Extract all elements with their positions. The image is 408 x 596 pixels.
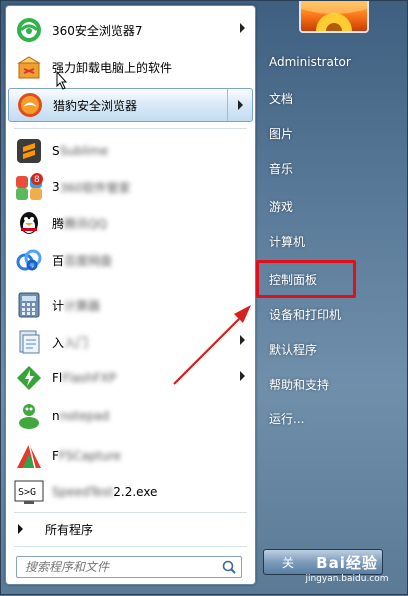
baidu-jingyan-watermark: Bai经验 jingyan.baidu.com <box>291 550 403 590</box>
submenu-arrow-icon[interactable] <box>240 371 245 381</box>
divider <box>14 128 247 129</box>
baidu-cloud-icon <box>14 245 44 275</box>
program-label: 百 <box>52 253 65 268</box>
program-label-blurred: 腾讯QQ <box>64 216 107 231</box>
program-label: 3 <box>52 180 60 194</box>
program-label-blurred: 百度网盘 <box>64 253 113 268</box>
submenu-arrow-icon[interactable] <box>240 23 245 33</box>
right-item-games[interactable]: 游戏 <box>269 198 293 215</box>
program-recent-8[interactable]: n notepad <box>8 399 253 433</box>
program-recent-5[interactable]: 计 计算器 <box>8 288 253 322</box>
program-label: Fl <box>52 371 63 385</box>
360-browser-icon <box>14 15 44 45</box>
program-label: 入 <box>52 335 65 350</box>
apps-icon: 8 <box>14 172 44 202</box>
right-item-documents[interactable]: 文档 <box>269 90 293 107</box>
program-recent-7[interactable]: Fl FlashFXP <box>8 361 253 395</box>
right-item-devices-printers[interactable]: 设备和打印机 <box>269 306 341 323</box>
program-liebao-browser[interactable]: 猎豹安全浏览器 <box>8 88 253 122</box>
program-label: F <box>52 449 59 463</box>
program-label: 强力卸载电脑上的软件 <box>52 60 173 75</box>
program-label-blurred: FSCapture <box>58 449 121 463</box>
sg-exe-icon: S>G <box>14 477 44 507</box>
flashfxp-icon <box>14 363 44 393</box>
watermark-main: Bai经验 <box>316 554 378 572</box>
qq-penguin-icon <box>14 208 44 238</box>
submenu-arrow-icon[interactable] <box>227 89 252 121</box>
right-item-run[interactable]: 运行... <box>269 410 304 427</box>
svg-text:8: 8 <box>34 175 40 185</box>
right-item-music[interactable]: 音乐 <box>269 160 293 177</box>
program-label: 2.2.exe <box>113 485 158 499</box>
user-name[interactable]: Administrator <box>269 55 351 69</box>
program-recent-6[interactable]: 入 入门 <box>8 325 253 359</box>
program-label-blurred: FlashFXP <box>62 371 117 385</box>
user-avatar[interactable] <box>299 1 369 33</box>
calculator-icon <box>14 290 44 320</box>
program-label-blurred: notepad <box>59 409 110 423</box>
right-item-pictures[interactable]: 图片 <box>269 125 293 142</box>
program-label-blurred: Sublime <box>59 144 109 158</box>
liebao-browser-icon <box>15 90 45 120</box>
program-label: 腾 <box>52 216 65 231</box>
program-label: 360安全浏览器7 <box>52 23 143 38</box>
program-360-browser[interactable]: 360安全浏览器7 <box>8 13 253 47</box>
control-panel-highlight-box <box>256 260 356 298</box>
submenu-arrow-icon[interactable] <box>240 335 245 345</box>
right-item-help-support[interactable]: 帮助和支持 <box>269 376 329 393</box>
program-recent-9[interactable]: F FSCapture <box>8 439 253 473</box>
flower-picture-icon <box>301 1 367 31</box>
mouse-cursor-icon <box>56 71 68 90</box>
divider <box>14 546 247 547</box>
program-label: 计 <box>52 298 65 313</box>
start-menu: 360安全浏览器7 强力卸载电脑上的软件 猎豹安全浏览器 S Sublime 8… <box>0 0 408 595</box>
uninstall-box-icon <box>14 52 44 82</box>
program-recent-4[interactable]: 百 百度网盘 <box>8 243 253 277</box>
divider <box>14 512 247 513</box>
program-label: S <box>52 144 60 158</box>
getting-started-icon <box>14 327 44 357</box>
program-recent-1[interactable]: S Sublime <box>8 134 253 168</box>
svg-text:S>G: S>G <box>18 487 36 498</box>
program-uninstaller[interactable]: 强力卸载电脑上的软件 <box>8 50 253 84</box>
program-recent-3[interactable]: 腾 腾讯QQ <box>8 206 253 240</box>
sublime-icon <box>14 136 44 166</box>
program-label-blurred: 入门 <box>64 335 89 350</box>
program-label-blurred: 360软件管家 <box>59 180 131 195</box>
search-icon[interactable] <box>222 560 236 574</box>
programs-pane: 360安全浏览器7 强力卸载电脑上的软件 猎豹安全浏览器 S Sublime 8… <box>5 5 256 585</box>
program-label-blurred: 计算器 <box>64 298 101 313</box>
right-item-default-programs[interactable]: 默认程序 <box>269 341 317 358</box>
all-programs-label: 所有程序 <box>45 522 94 537</box>
program-recent-10[interactable]: S>G SpeedTest 2.2.exe <box>8 475 253 509</box>
watermark-sub: jingyan.baidu.com <box>305 574 389 584</box>
all-programs-button[interactable]: 所有程序 <box>8 516 253 542</box>
fscapture-icon <box>14 441 44 471</box>
program-recent-2[interactable]: 8 3 360软件管家 <box>8 170 253 204</box>
green-figure-icon <box>14 401 44 431</box>
program-label: 猎豹安全浏览器 <box>53 98 138 113</box>
search-input[interactable] <box>23 559 207 575</box>
program-label-blurred: SpeedTest <box>52 485 114 499</box>
right-item-computer[interactable]: 计算机 <box>269 233 305 250</box>
right-triangle-icon <box>18 524 23 534</box>
search-box[interactable] <box>16 556 242 578</box>
program-label: n <box>52 409 60 423</box>
